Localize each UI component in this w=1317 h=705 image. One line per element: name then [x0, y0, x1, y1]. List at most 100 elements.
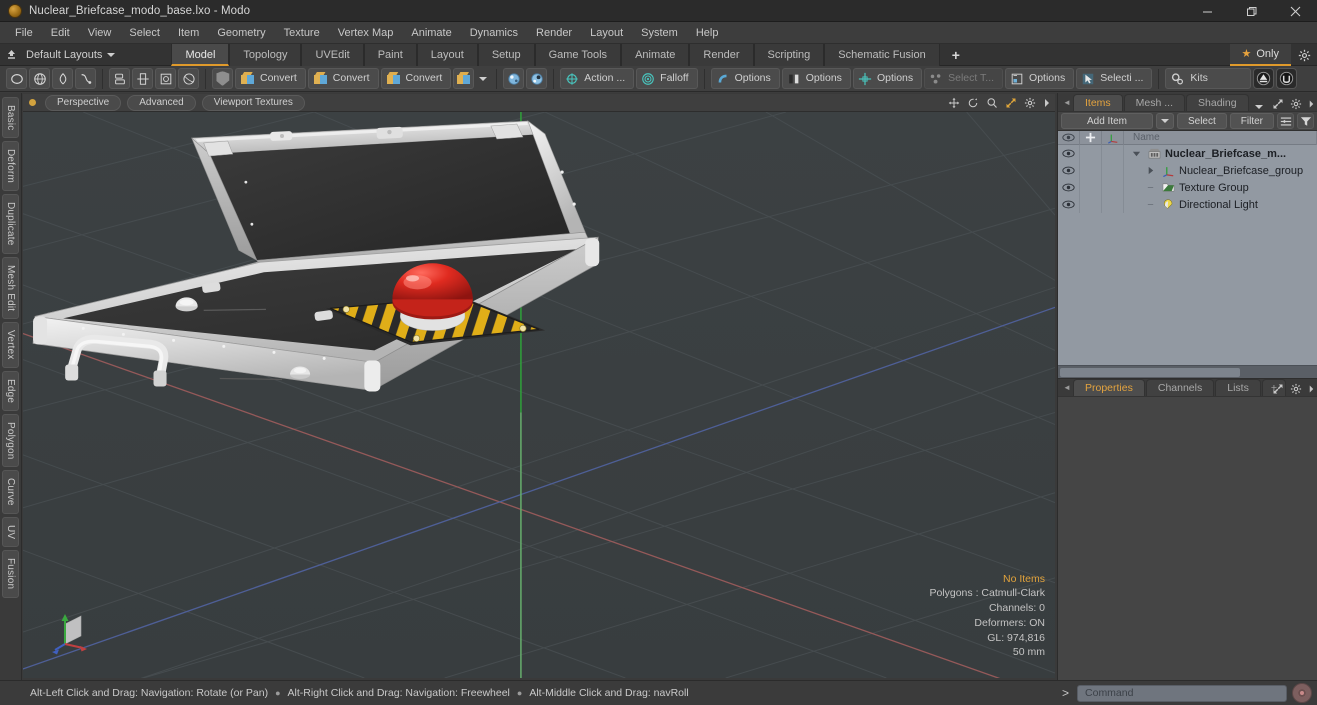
tab-layout[interactable]: Layout	[416, 43, 478, 66]
eye-icon[interactable]	[1058, 162, 1080, 179]
tab-channels[interactable]: Channels	[1145, 379, 1215, 396]
panel-chevron-icon[interactable]	[1308, 99, 1315, 109]
shield-icon[interactable]	[212, 68, 233, 89]
menu-file[interactable]: File	[6, 24, 42, 42]
curve-primitive-icon[interactable]	[75, 68, 96, 89]
panel-collapse-icon[interactable]: ◄	[1061, 93, 1073, 111]
convert-button-2[interactable]: Convert	[307, 68, 379, 89]
table-row[interactable]: Nuclear_Briefcase_m...	[1058, 145, 1317, 162]
collapse-tree-icon[interactable]	[1277, 113, 1294, 129]
sidebar-item-vertex[interactable]: Vertex	[2, 322, 19, 368]
panel-gear-icon[interactable]	[1290, 383, 1302, 395]
light-row[interactable]: Directional Light	[1124, 199, 1317, 211]
workplane-options-button[interactable]: Options	[852, 68, 923, 89]
chevron-down-icon[interactable]	[476, 68, 490, 89]
tab-shading[interactable]: Shading	[1186, 94, 1249, 111]
menu-vertex-map[interactable]: Vertex Map	[329, 24, 403, 42]
tab-game-tools[interactable]: Game Tools	[534, 43, 622, 66]
unreal-bridge-icon[interactable]	[1276, 68, 1298, 89]
mesh-sphere-icon[interactable]	[178, 68, 199, 89]
sidebar-item-polygon[interactable]: Polygon	[2, 413, 19, 468]
restore-icon[interactable]	[1229, 0, 1273, 22]
cube-dropdown-button[interactable]	[453, 68, 475, 89]
modo-bake-icon[interactable]	[1253, 68, 1275, 89]
tab-topology[interactable]: Topology	[229, 43, 302, 66]
menu-dynamics[interactable]: Dynamics	[461, 24, 527, 42]
table-row[interactable]: Nuclear_Briefcase_group	[1058, 162, 1317, 179]
transform-cell[interactable]	[1102, 179, 1124, 196]
menu-edit[interactable]: Edit	[42, 24, 79, 42]
tab-mesh[interactable]: Mesh ...	[1123, 94, 1186, 111]
tab-properties[interactable]: Properties	[1073, 379, 1145, 396]
mesh-box-icon[interactable]	[155, 68, 176, 89]
command-input[interactable]	[1077, 684, 1287, 702]
panel-tabs-caret[interactable]	[1250, 105, 1268, 111]
sidebar-item-deform[interactable]: Deform	[2, 141, 19, 192]
viewport-textures-selector[interactable]: Viewport Textures	[201, 94, 305, 111]
symmetry-options-button[interactable]: Options	[781, 68, 851, 89]
kits-button[interactable]: Kits	[1165, 68, 1252, 89]
transform-cell[interactable]	[1102, 145, 1124, 162]
record-macro-icon[interactable]	[1292, 683, 1312, 703]
add-item-button[interactable]: Add Item	[1061, 113, 1153, 129]
menu-layout[interactable]: Layout	[581, 24, 632, 42]
filter-button[interactable]: Filter	[1229, 113, 1274, 129]
action-center-button[interactable]: Action ...	[560, 68, 635, 89]
items-tree-body[interactable]: Nuclear_Briefcase_m... Nuclear_Briefcase…	[1058, 145, 1317, 365]
sidebar-item-mesh-edit[interactable]: Mesh Edit	[2, 256, 19, 320]
tab-setup[interactable]: Setup	[477, 43, 535, 66]
layer-options-button[interactable]: Options	[1005, 68, 1075, 89]
globe-primitive-icon[interactable]	[29, 68, 50, 89]
falloff-button[interactable]: Falloff	[636, 68, 698, 89]
sidebar-item-basic[interactable]: Basic	[2, 97, 19, 139]
close-icon[interactable]	[1273, 0, 1317, 22]
tab-paint[interactable]: Paint	[363, 43, 417, 66]
default-layouts-dropdown[interactable]: Default Layouts	[22, 45, 123, 65]
add-item-dropdown[interactable]	[1155, 113, 1174, 129]
lock-cell[interactable]	[1080, 145, 1102, 162]
tree-horizontal-scrollbar[interactable]	[1058, 365, 1317, 378]
selection-set-button[interactable]: Selecti ...	[1076, 68, 1153, 89]
gear-icon[interactable]	[1291, 44, 1317, 66]
mesh-align-icon[interactable]	[132, 68, 153, 89]
transform-cell[interactable]	[1102, 196, 1124, 213]
nuclear-briefcase-3d-model[interactable]	[23, 112, 1055, 678]
twisty-collapsed-icon[interactable]	[1143, 166, 1157, 175]
menu-render[interactable]: Render	[527, 24, 581, 42]
only-toggle[interactable]: ★ Only	[1229, 44, 1291, 66]
menu-animate[interactable]: Animate	[402, 24, 460, 42]
texture-group-row[interactable]: Texture Group	[1124, 182, 1317, 194]
tab-scripting[interactable]: Scripting	[753, 43, 825, 66]
viewport-gear-icon[interactable]	[1024, 97, 1036, 109]
mesh-duplicate-icon[interactable]	[109, 68, 130, 89]
sidebar-item-fusion[interactable]: Fusion	[2, 550, 19, 598]
rotate-viewport-icon[interactable]	[967, 97, 979, 109]
menu-help[interactable]: Help	[687, 24, 728, 42]
panel-collapse-icon[interactable]: ◄	[1061, 378, 1073, 396]
twisty-expanded-icon[interactable]	[1129, 149, 1143, 158]
sidebar-item-uv[interactable]: UV	[2, 517, 19, 548]
convert-button-1[interactable]: Convert	[235, 68, 306, 89]
snap-options-button[interactable]: Options	[710, 68, 780, 89]
panel-chevron-icon[interactable]	[1308, 384, 1315, 394]
scroll-thumb[interactable]	[1060, 367, 1240, 377]
lock-cell[interactable]	[1080, 162, 1102, 179]
viewport-3d[interactable]: No Items Polygons : Catmull-Clark Channe…	[23, 112, 1055, 678]
tab-uvedit[interactable]: UVEdit	[301, 43, 364, 66]
expand-panel-icon[interactable]	[1272, 383, 1284, 395]
sidebar-item-duplicate[interactable]: Duplicate	[2, 194, 19, 254]
zoom-viewport-icon[interactable]	[986, 97, 998, 109]
convert-button-3[interactable]: Convert	[380, 68, 452, 89]
tab-animate[interactable]: Animate	[621, 43, 690, 66]
sidebar-item-edge[interactable]: Edge	[2, 370, 19, 411]
menu-view[interactable]: View	[79, 24, 121, 42]
transform-cell[interactable]	[1102, 162, 1124, 179]
tab-model[interactable]: Model	[171, 43, 230, 66]
scene-row[interactable]: Nuclear_Briefcase_m...	[1124, 148, 1317, 160]
minimize-icon[interactable]	[1185, 0, 1229, 22]
lock-cell[interactable]	[1080, 179, 1102, 196]
menu-geometry[interactable]: Geometry	[208, 24, 274, 42]
lock-cell[interactable]	[1080, 196, 1102, 213]
menu-item[interactable]: Item	[169, 24, 208, 42]
select-button[interactable]: Select	[1176, 113, 1227, 129]
